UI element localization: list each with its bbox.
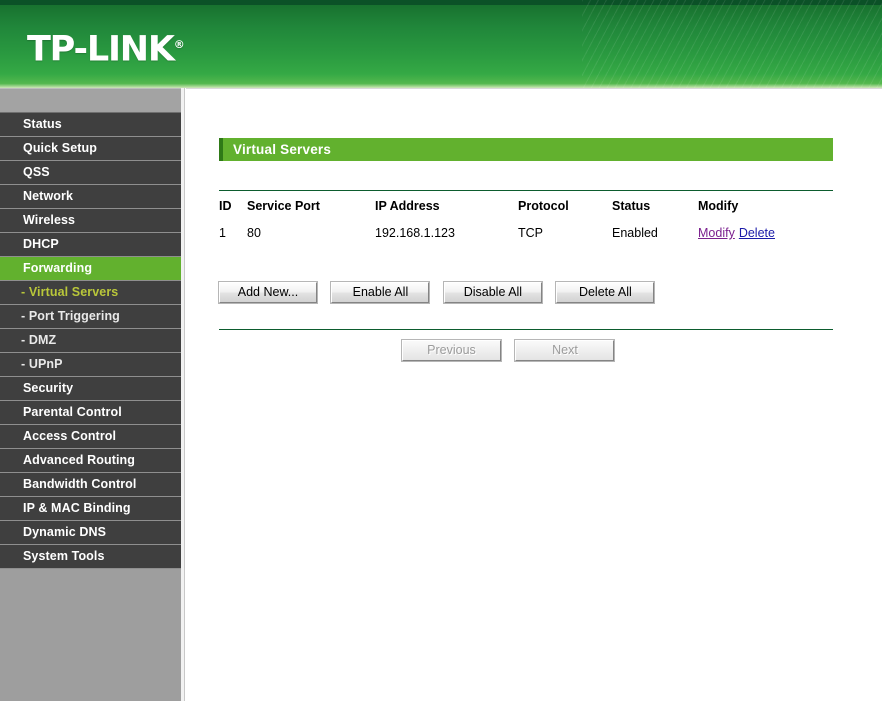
cell-id: 1 <box>219 226 226 240</box>
column-header-id: ID <box>219 199 232 213</box>
enable-all-button[interactable]: Enable All <box>330 281 431 304</box>
sidebar-item-security[interactable]: Security <box>0 377 181 401</box>
add-new-button[interactable]: Add New... <box>218 281 318 304</box>
sidebar-item-status[interactable]: Status <box>0 113 181 137</box>
table-header-row: ID Service Port IP Address Protocol Stat… <box>219 199 833 226</box>
sidebar-item-dhcp[interactable]: DHCP <box>0 233 181 257</box>
header-diagonal-pattern <box>582 0 882 88</box>
column-header-service-port: Service Port <box>247 199 320 213</box>
sidebar-item-bandwidth-control[interactable]: Bandwidth Control <box>0 473 181 497</box>
sidebar-item-access-control[interactable]: Access Control <box>0 425 181 449</box>
table-row: 1 80 192.168.1.123 TCP Enabled Modify Delete <box>219 226 833 240</box>
sidebar-content-divider <box>181 88 185 701</box>
cell-service-port: 80 <box>247 226 261 240</box>
brand-name: TP-LINK <box>27 29 175 70</box>
sidebar-item-qss[interactable]: QSS <box>0 161 181 185</box>
sidebar-item-parental-control[interactable]: Parental Control <box>0 401 181 425</box>
previous-button[interactable]: Previous <box>401 339 502 362</box>
column-header-modify: Modify <box>698 199 739 213</box>
delete-all-button[interactable]: Delete All <box>555 281 656 304</box>
virtual-servers-table: ID Service Port IP Address Protocol Stat… <box>219 199 833 240</box>
sidebar-top-spacer <box>0 89 181 113</box>
next-button[interactable]: Next <box>514 339 616 362</box>
sidebar-item-dynamic-dns[interactable]: Dynamic DNS <box>0 521 181 545</box>
modify-link[interactable]: Modify <box>698 226 735 240</box>
sidebar-item-upnp[interactable]: - UPnP <box>0 353 181 377</box>
registered-mark-icon: ® <box>173 38 185 51</box>
column-header-ip-address: IP Address <box>375 199 440 213</box>
sidebar-item-ip-mac-binding[interactable]: IP & MAC Binding <box>0 497 181 521</box>
sidebar-item-quick-setup[interactable]: Quick Setup <box>0 137 181 161</box>
pagination-row: Previous Next <box>401 339 624 362</box>
divider-bottom <box>219 329 833 330</box>
sidebar-item-wireless[interactable]: Wireless <box>0 209 181 233</box>
page-header: TP-LINK® <box>0 0 882 88</box>
action-button-row: Add New... Enable All Disable All Delete… <box>218 281 664 304</box>
column-header-status: Status <box>612 199 651 213</box>
sidebar-item-port-triggering[interactable]: - Port Triggering <box>0 305 181 329</box>
cell-status: Enabled <box>612 226 658 240</box>
table-body: 1 80 192.168.1.123 TCP Enabled Modify Delete <box>219 226 833 240</box>
delete-link[interactable]: Delete <box>739 226 775 240</box>
sidebar-item-virtual-servers[interactable]: - Virtual Servers <box>0 281 181 305</box>
header-top-line <box>0 0 882 5</box>
cell-ip-address: 192.168.1.123 <box>375 226 455 240</box>
disable-all-button[interactable]: Disable All <box>442 281 543 304</box>
sidebar-item-system-tools[interactable]: System Tools <box>0 545 181 569</box>
cell-protocol: TCP <box>518 226 543 240</box>
sidebar-item-dmz[interactable]: - DMZ <box>0 329 181 353</box>
cell-modify: Modify Delete <box>698 226 833 240</box>
router-admin-page: TP-LINK® Status Quick Setup QSS Network Wire… <box>0 0 882 701</box>
tplink-logo: TP-LINK® <box>27 26 185 69</box>
sidebar-item-advanced-routing[interactable]: Advanced Routing <box>0 449 181 473</box>
main-content: Virtual Servers ID Service Port IP Addre… <box>186 88 882 701</box>
sidebar-menu: Status Quick Setup QSS Network Wireless DHCP F… <box>0 113 181 569</box>
column-header-protocol: Protocol <box>518 199 569 213</box>
sidebar-item-network[interactable]: Network <box>0 185 181 209</box>
page-title: Virtual Servers <box>219 138 833 161</box>
sidebar-item-forwarding[interactable]: Forwarding <box>0 257 181 281</box>
sidebar: Status Quick Setup QSS Network Wireless DHCP F… <box>0 88 181 701</box>
divider-top <box>219 190 833 191</box>
